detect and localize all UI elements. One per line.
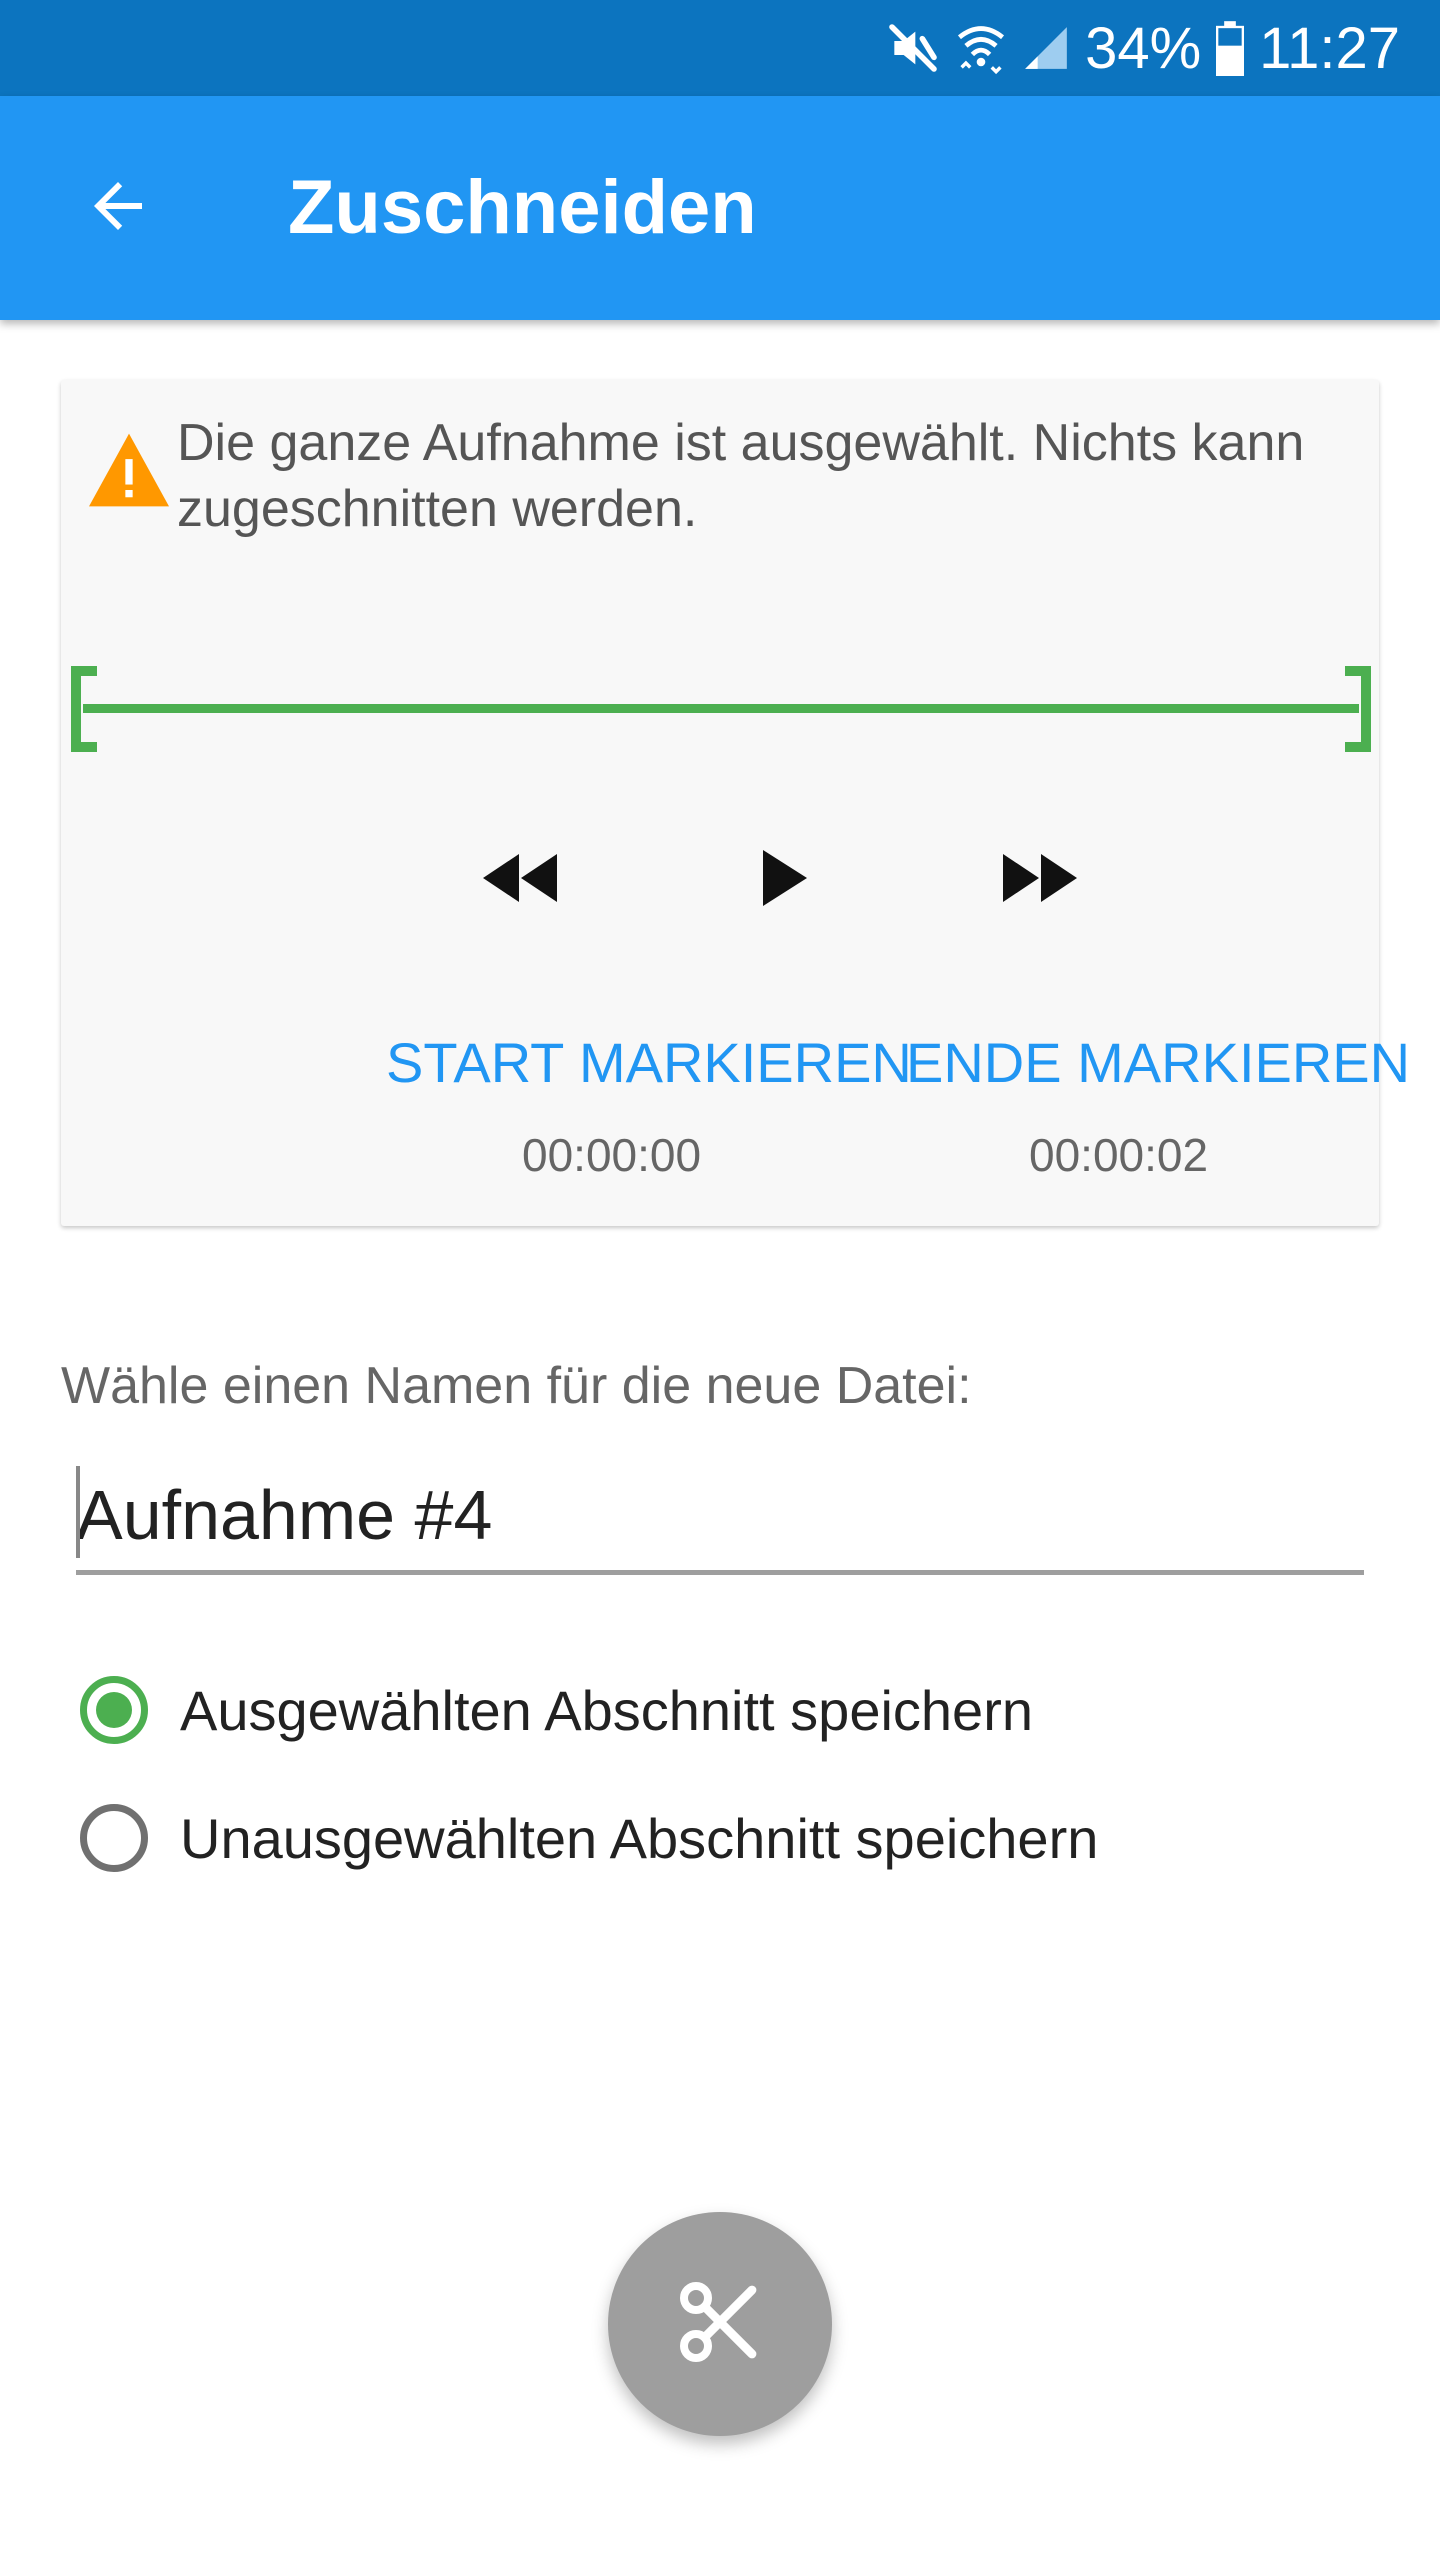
- battery-icon: [1215, 20, 1245, 76]
- radio-label-selected: Ausgewählten Abschnitt speichern: [180, 1678, 1033, 1742]
- warning-message: Die ganze Aufnahme ist ausgewählt. Nicht…: [177, 414, 1305, 538]
- file-name-label: Wähle einen Namen für die neue Datei:: [61, 1357, 972, 1415]
- fast-forward-icon: [1001, 850, 1077, 911]
- radio-label-unselected: Unausgewählten Abschnitt speichern: [180, 1806, 1099, 1870]
- mute-icon: [885, 20, 941, 76]
- signal-icon: [1021, 23, 1071, 73]
- end-time: 00:00:02: [1029, 1129, 1209, 1181]
- status-bar: 34% 11:27: [0, 0, 1440, 96]
- radio-checked-icon[interactable]: [80, 1676, 148, 1744]
- radio-save-unselected[interactable]: Unausgewählten Abschnitt speichern: [80, 1796, 1098, 1880]
- playback-controls: [61, 820, 1379, 940]
- play-icon: [761, 848, 809, 913]
- rewind-icon: [483, 850, 559, 911]
- arrow-back-icon: [82, 170, 154, 247]
- trim-card: Die ganze Aufnahme ist ausgewählt. Nicht…: [61, 380, 1410, 1226]
- back-button[interactable]: [58, 148, 178, 268]
- play-button[interactable]: [725, 820, 845, 940]
- selection-range-bar[interactable]: [71, 666, 1371, 752]
- battery-percent: 34%: [1085, 15, 1202, 81]
- fast-forward-button[interactable]: [979, 820, 1099, 940]
- rewind-button[interactable]: [461, 820, 581, 940]
- clock: 11:27: [1259, 15, 1400, 81]
- radio-save-selected[interactable]: Ausgewählten Abschnitt speichern: [80, 1668, 1033, 1752]
- text-cursor: [76, 1466, 80, 1558]
- file-name-field[interactable]: [76, 1460, 1364, 1575]
- radio-unchecked-icon[interactable]: [80, 1804, 148, 1872]
- scissors-icon: [672, 2274, 768, 2375]
- page-title: Zuschneiden: [288, 165, 757, 250]
- mark-start-button[interactable]: START MARKIEREN: [386, 1030, 912, 1095]
- status-indicators: 34% 11:27: [885, 14, 1400, 82]
- warning-icon: [85, 430, 173, 515]
- start-time: 00:00:00: [522, 1129, 702, 1181]
- trim-fab-button[interactable]: [608, 2212, 832, 2436]
- app-bar: Zuschneiden: [0, 96, 1440, 320]
- mark-end-button[interactable]: ENDE MARKIEREN: [906, 1030, 1410, 1095]
- wifi-icon: [955, 20, 1007, 76]
